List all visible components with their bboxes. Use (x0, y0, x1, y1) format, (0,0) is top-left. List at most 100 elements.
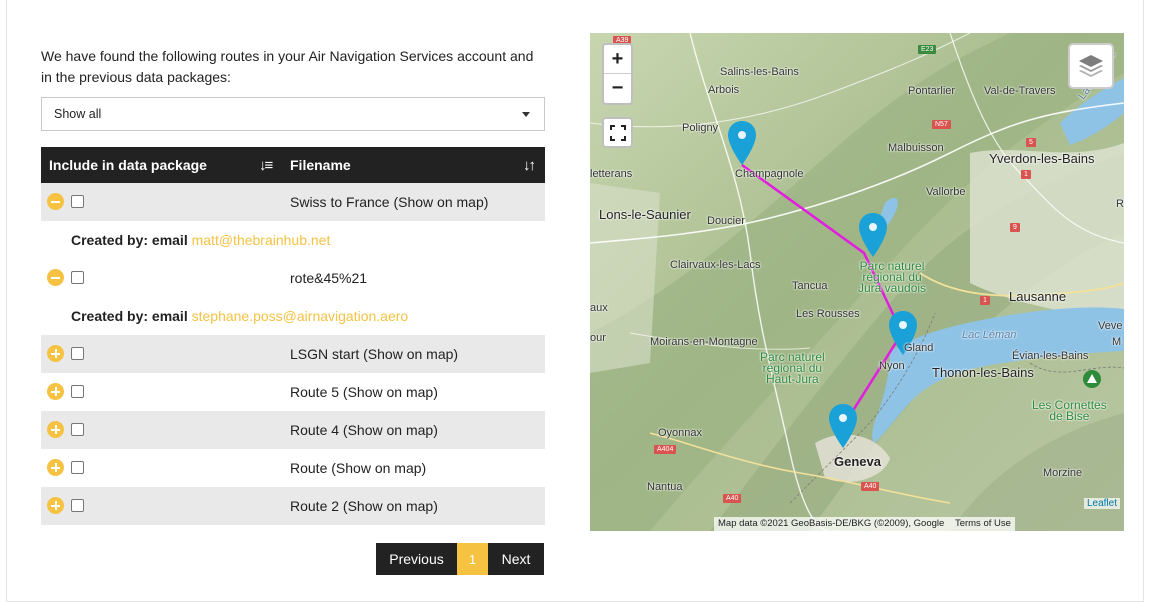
map-label: Les Cornettes de Bise (1032, 398, 1107, 423)
road-badge: E23 (918, 45, 937, 54)
route-waypoint-pin[interactable] (858, 212, 888, 258)
filename-link[interactable]: Route 4 (Show on map) (290, 422, 438, 438)
terms-of-use-link[interactable]: Terms of Use (955, 518, 1011, 529)
leaflet-attribution-link[interactable]: Leaflet (1083, 498, 1120, 509)
map-label: Nyon (879, 360, 905, 372)
fullscreen-button[interactable] (602, 117, 633, 148)
route-waypoint-pin[interactable] (828, 403, 858, 449)
creator-email-link[interactable]: matt@thebrainhub.net (192, 232, 331, 248)
road-badge: 9 (1010, 223, 1020, 232)
include-checkbox[interactable] (71, 385, 84, 398)
include-checkbox[interactable] (71, 423, 84, 436)
route-waypoint-pin[interactable] (727, 120, 757, 166)
expand-icon[interactable] (47, 421, 64, 438)
map-label: Morzine (1043, 467, 1083, 479)
map-label: Oyonnax (658, 427, 703, 439)
zoom-control: + − (602, 43, 633, 105)
layers-icon (1079, 55, 1103, 77)
include-checkbox[interactable] (71, 499, 84, 512)
map-label: Gland (904, 342, 934, 354)
filename-link[interactable]: Swiss to France (Show on map) (290, 194, 488, 210)
table-row: Route 2 (Show on map) (41, 487, 545, 525)
expand-icon[interactable] (47, 459, 64, 476)
road-badge: 5 (1026, 138, 1036, 147)
map-label: Moirans-en-Montagne (650, 336, 758, 348)
map-label: Veve (1098, 320, 1123, 332)
map-label: Geneva (834, 454, 881, 469)
created-by-label: Created by: email matt@thebrainhub.net (71, 232, 331, 248)
filename-link[interactable]: LSGN start (Show on map) (290, 346, 458, 362)
table-row: Swiss to France (Show on map) (41, 183, 545, 221)
route-map[interactable]: A39 E23 N57 5 1 9 1 A404 A40 A40 Salins-… (590, 33, 1124, 531)
chevron-down-icon (522, 111, 530, 117)
map-label: Salins-les-Bains (720, 66, 799, 78)
sort-toggle-icon[interactable]: ↓↑ (523, 157, 536, 174)
previous-page-button[interactable]: Previous (376, 543, 457, 575)
route-filter-value: Show all (54, 107, 102, 121)
collapse-icon[interactable] (47, 193, 64, 210)
map-label: Évian-les-Bains (1012, 350, 1089, 362)
filename-link[interactable]: Route (Show on map) (290, 460, 426, 476)
row-detail: Created by: email matt@thebrainhub.net (41, 221, 545, 259)
layers-button[interactable] (1068, 43, 1114, 89)
map-label: letterans (590, 168, 633, 180)
map-label: Nantua (647, 481, 683, 493)
zoom-out-button[interactable]: − (604, 74, 631, 103)
include-checkbox[interactable] (71, 347, 84, 360)
map-label: Val-de-Travers (984, 85, 1056, 97)
map-label: Parc naturel régional du Jura vaudois (858, 259, 927, 295)
map-attribution: Map data ©2021 GeoBasis-DE/BKG (©2009), … (714, 517, 1015, 531)
map-label: Vallorbe (926, 186, 966, 198)
column-header-include: Include in data package (49, 157, 207, 173)
map-label: Lausanne (1009, 289, 1067, 304)
road-badge: 1 (1021, 170, 1031, 179)
expand-icon[interactable] (47, 383, 64, 400)
expand-icon[interactable] (47, 345, 64, 362)
created-by-label: Created by: email stephane.poss@airnavig… (71, 308, 409, 324)
map-label: Poligny (682, 122, 719, 134)
collapse-icon[interactable] (47, 269, 64, 286)
map-label: Yverdon-les-Bains (989, 151, 1095, 166)
include-checkbox[interactable] (71, 461, 84, 474)
road-badge: A40 (861, 482, 880, 491)
table-row: LSGN start (Show on map) (41, 335, 545, 373)
road-badge: N57 (932, 120, 951, 129)
map-label: Doucier (707, 215, 745, 227)
filename-link[interactable]: Route 2 (Show on map) (290, 498, 438, 514)
table-row: Route 5 (Show on map) (41, 373, 545, 411)
zoom-in-button[interactable]: + (604, 45, 631, 74)
routes-table: Include in data package ↓≡ Filename ↓↑ S… (41, 147, 545, 525)
filename-text: rote&45%21 (290, 270, 368, 286)
map-label: Les Rousses (796, 308, 860, 320)
road-badge: A40 (723, 494, 742, 503)
routes-panel: We have found the following routes in yo… (41, 46, 545, 575)
next-page-button[interactable]: Next (488, 543, 544, 575)
map-label: our (590, 332, 606, 344)
map-label: Thonon-les-Bains (932, 365, 1034, 380)
creator-email-link[interactable]: stephane.poss@airnavigation.aero (192, 308, 409, 324)
pagination: Previous 1 Next (376, 543, 544, 575)
filename-link[interactable]: Route 5 (Show on map) (290, 384, 438, 400)
map-label: R (1116, 198, 1124, 210)
include-checkbox[interactable] (71, 271, 84, 284)
map-label: Clairvaux-les-Lacs (670, 259, 761, 271)
map-label: Tancua (792, 280, 828, 292)
table-row: rote&45%21 (41, 259, 545, 297)
map-label: Parc naturel régional du Haut-Jura (760, 350, 825, 386)
fullscreen-icon (609, 124, 626, 141)
route-filter-select[interactable]: Show all (41, 97, 545, 131)
table-row: Route 4 (Show on map) (41, 411, 545, 449)
map-label: aux (590, 302, 608, 314)
include-checkbox[interactable] (71, 195, 84, 208)
table-row: Route (Show on map) (41, 449, 545, 487)
map-label: Lons-le-Saunier (599, 207, 691, 222)
map-label: M (1112, 336, 1122, 348)
row-detail: Created by: email stephane.poss@airnavig… (41, 297, 545, 335)
page-1-button[interactable]: 1 (457, 543, 488, 575)
map-label: Arbois (708, 84, 740, 96)
map-label: Champagnole (735, 168, 804, 180)
road-badge: 1 (980, 296, 990, 305)
map-label: Malbuisson (888, 142, 944, 154)
expand-icon[interactable] (47, 497, 64, 514)
sort-icon[interactable]: ↓≡ (259, 157, 273, 174)
